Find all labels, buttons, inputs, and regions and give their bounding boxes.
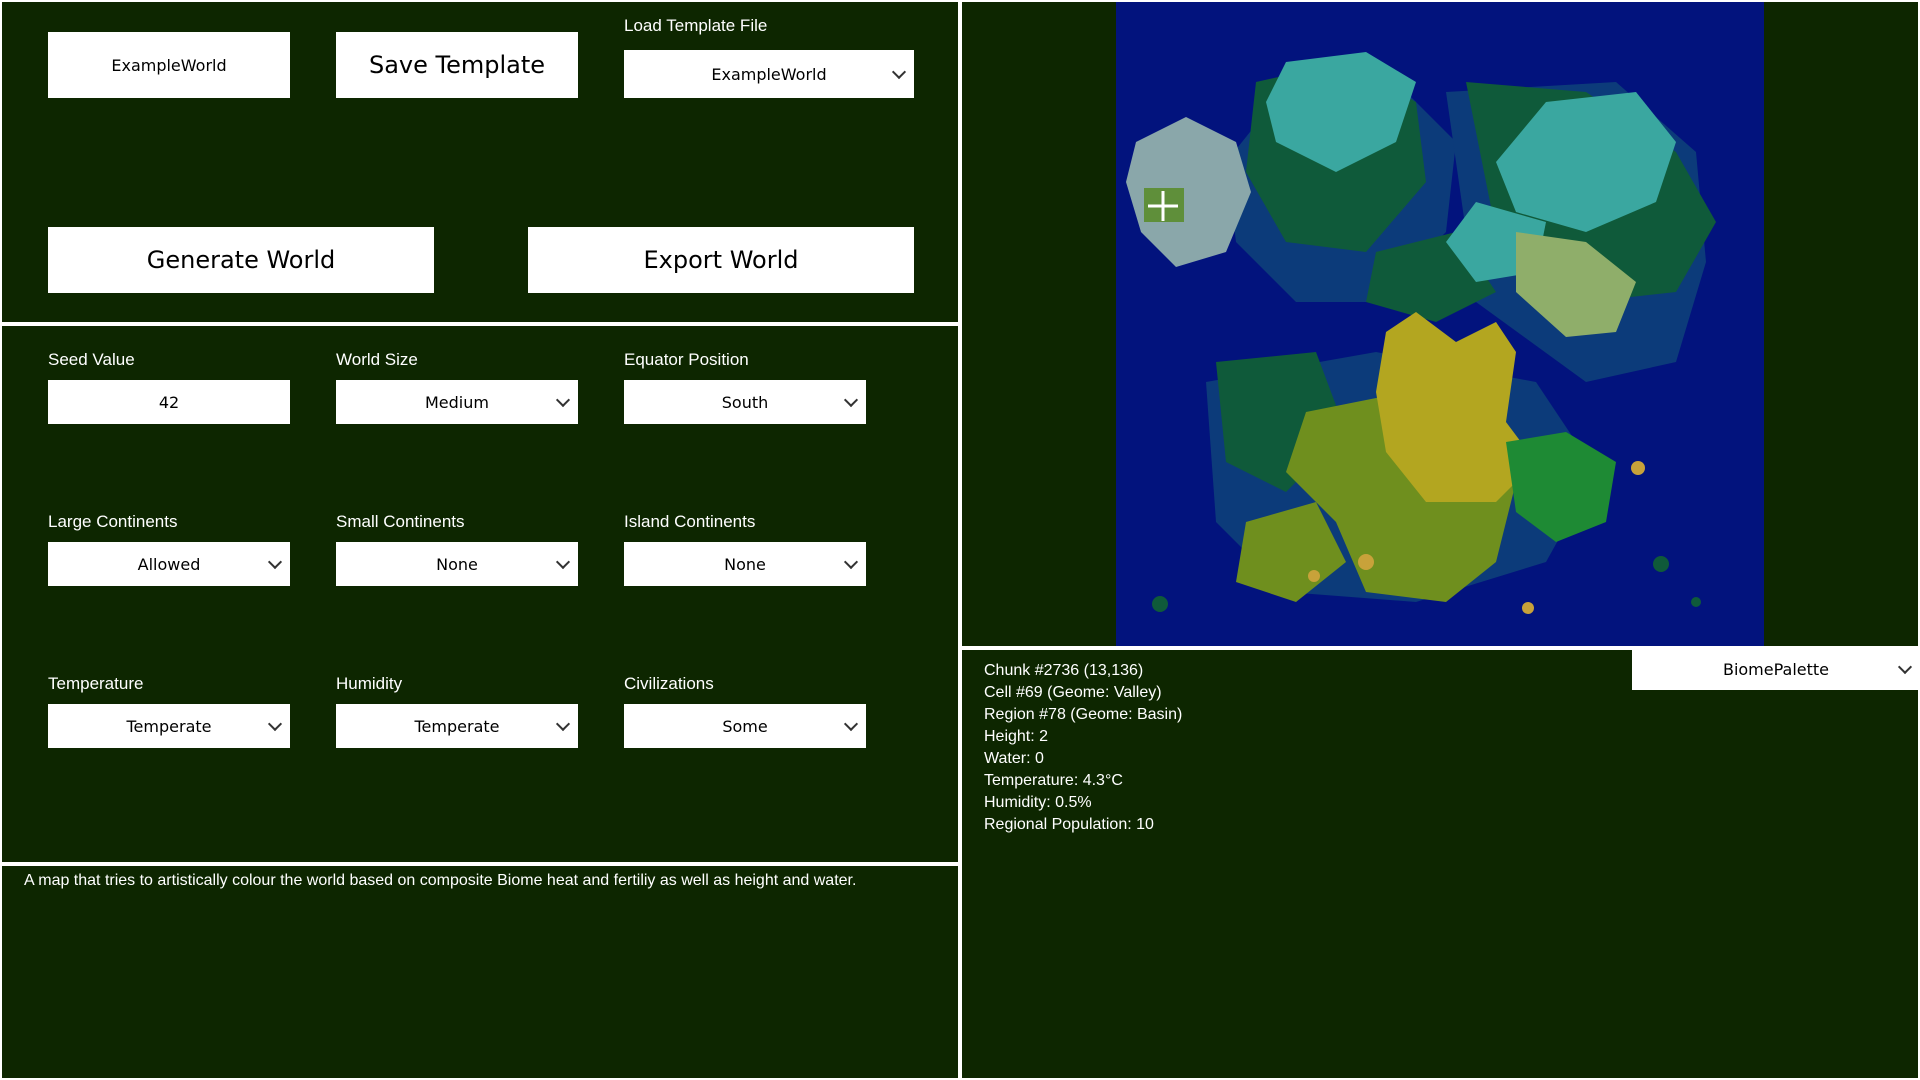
generate-world-button[interactable]: Generate World [48, 227, 434, 293]
chevron-down-icon [843, 716, 859, 732]
info-water: Water: 0 [984, 750, 1044, 767]
temperature-value: Temperate [126, 716, 212, 736]
info-chunk: Chunk #2736 (13,136) [984, 662, 1144, 679]
island-continents-value: None [724, 554, 766, 574]
humidity-select[interactable]: Temperate [336, 704, 578, 748]
info-region: Region #78 (Geome: Basin) [984, 706, 1183, 723]
world-size-label: World Size [336, 350, 418, 369]
load-template-label: Load Template File [624, 16, 768, 35]
palette-select[interactable]: BiomePalette [1632, 648, 1920, 690]
world-size-value: Medium [425, 392, 489, 412]
temperature-label: Temperature [48, 674, 144, 693]
world-size-select[interactable]: Medium [336, 380, 578, 424]
info-panel: Chunk #2736 (13,136) Cell #69 (Geome: Va… [960, 648, 1920, 1080]
equator-value: South [721, 392, 769, 412]
chevron-down-icon [267, 716, 283, 732]
chevron-down-icon [555, 554, 571, 570]
small-continents-select[interactable]: None [336, 542, 578, 586]
template-name-input[interactable]: ExampleWorld [48, 32, 290, 98]
civilizations-label: Civilizations [624, 674, 714, 693]
seed-label: Seed Value [48, 350, 135, 369]
chevron-down-icon [1897, 659, 1913, 675]
load-template-value: ExampleWorld [711, 64, 827, 84]
civilizations-value: Some [722, 716, 768, 736]
chevron-down-icon [891, 64, 907, 80]
small-continents-label: Small Continents [336, 512, 465, 531]
template-panel: ExampleWorld Save Template Load Template… [0, 0, 960, 324]
small-continents-value: None [436, 554, 478, 574]
export-world-button[interactable]: Export World [528, 227, 914, 293]
chevron-down-icon [843, 392, 859, 408]
chevron-down-icon [843, 554, 859, 570]
equator-label: Equator Position [624, 350, 749, 369]
humidity-value: Temperate [414, 716, 500, 736]
equator-select[interactable]: South [624, 380, 866, 424]
chevron-down-icon [267, 554, 283, 570]
save-template-button[interactable]: Save Template [336, 32, 578, 98]
info-humidity: Humidity: 0.5% [984, 794, 1092, 811]
chevron-down-icon [555, 392, 571, 408]
info-cell: Cell #69 (Geome: Valley) [984, 684, 1162, 701]
island-continents-select[interactable]: None [624, 542, 866, 586]
seed-input[interactable]: 42 [48, 380, 290, 424]
temperature-select[interactable]: Temperate [48, 704, 290, 748]
load-template-select[interactable]: ExampleWorld [624, 50, 914, 98]
chevron-down-icon [555, 716, 571, 732]
palette-description: A map that tries to artistically colour … [24, 872, 857, 889]
island-continents-label: Island Continents [624, 512, 756, 531]
large-continents-label: Large Continents [48, 512, 178, 531]
description-panel: A map that tries to artistically colour … [0, 864, 960, 1080]
large-continents-select[interactable]: Allowed [48, 542, 290, 586]
info-height: Height: 2 [984, 728, 1049, 745]
world-map[interactable] [1116, 2, 1764, 646]
civilizations-select[interactable]: Some [624, 704, 866, 748]
info-population: Regional Population: 10 [984, 816, 1154, 833]
large-continents-value: Allowed [137, 554, 201, 574]
humidity-label: Humidity [336, 674, 403, 693]
info-temperature: Temperature: 4.3°C [984, 772, 1123, 789]
settings-panel: Seed Value 42 World Size Medium Equator … [0, 324, 960, 864]
cell-info-list: Chunk #2736 (13,136) Cell #69 (Geome: Va… [984, 660, 1182, 836]
palette-value: BiomePalette [1722, 659, 1830, 679]
